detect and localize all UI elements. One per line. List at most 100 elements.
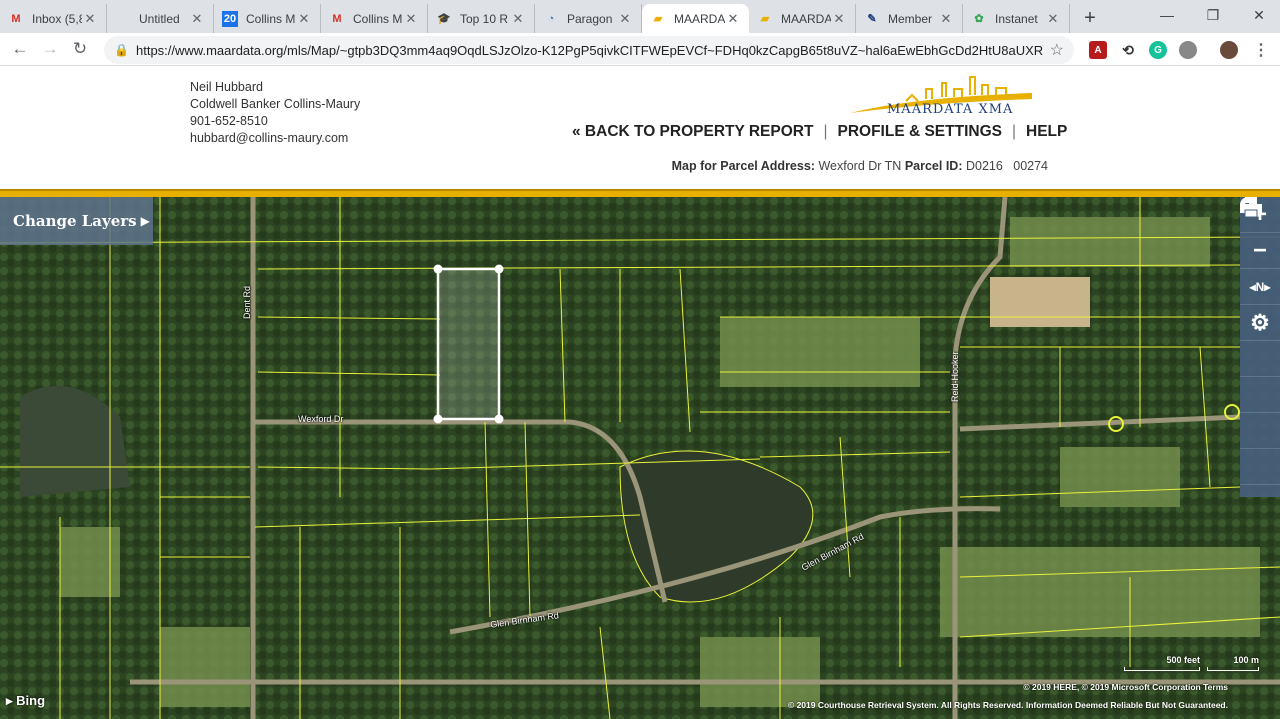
gear-icon[interactable]: ⚙ (1240, 305, 1280, 341)
back-arrow-icon[interactable]: ← (5, 34, 35, 64)
tab-maarda[interactable]: ▰ MAARDA ✕ (642, 4, 749, 33)
close-icon[interactable]: ✕ (403, 11, 419, 27)
close-icon[interactable]: ✕ (82, 11, 98, 27)
gmail-icon: M (332, 12, 342, 25)
agent-email: hubbard@collins-maury.com (190, 131, 349, 145)
selected-parcel[interactable] (433, 264, 504, 424)
map-attribution[interactable]: © 2019 HERE, © 2019 Microsoft Corporatio… (1023, 682, 1228, 692)
profile-settings-link[interactable]: PROFILE & SETTINGS (837, 123, 1001, 141)
tab-maarda[interactable]: ▰ MAARDA ✕ (749, 4, 856, 33)
scale-feet-label: 500 feet (1166, 655, 1200, 665)
tab-label: MAARDA (674, 11, 725, 26)
aerial-map[interactable]: Dent Rd Wexford Dr Glen Birnham Rd Glen … (0, 197, 1280, 719)
parcel-vertex[interactable] (433, 414, 443, 424)
tab-label: Instanet (995, 11, 1038, 26)
tab-paragon[interactable]: ◔ Paragon ✕ (535, 4, 642, 33)
browser-toolbar: ← → ↻ 🔒 https://www.maardata.org/mls/Map… (0, 33, 1280, 66)
profile-avatar[interactable] (1220, 41, 1238, 59)
parcel-vertex[interactable] (433, 264, 443, 274)
map-pin-icon[interactable] (1240, 197, 1280, 377)
map-canvas[interactable] (0, 197, 1280, 719)
tab-label: Untitled (139, 11, 180, 26)
forward-arrow-icon[interactable]: → (35, 34, 65, 64)
close-icon[interactable]: ✕ (296, 11, 312, 27)
header-divider (0, 189, 1280, 197)
sync-extension-icon[interactable]: ⟲ (1119, 41, 1137, 59)
tab-label: Member (888, 11, 933, 26)
tab-label: Top 10 R (460, 11, 509, 26)
bookmark-star-icon[interactable]: ☆ (1050, 40, 1064, 60)
close-icon[interactable]: ✕ (1045, 11, 1061, 27)
map-tools-panel: + − ◂N▸ ⚙ (1240, 197, 1280, 497)
graduation-cap-icon: 🎓 (437, 13, 451, 25)
logo-text: MAARDATA XMA (887, 102, 1014, 117)
pdf-extension-icon[interactable]: A (1089, 41, 1107, 59)
tab-instanet[interactable]: ✿ Instanet ✕ (963, 4, 1070, 33)
tab-untitled[interactable]: Untitled ✕ (107, 4, 214, 33)
agent-phone: 901-652-8510 (190, 114, 268, 128)
tab-label: Collins M (246, 11, 296, 26)
parcel-address: Wexford Dr TN (818, 159, 902, 173)
close-icon[interactable]: ✕ (617, 11, 633, 27)
change-layers-label: Change Layers (13, 212, 137, 230)
tab-inbox-5-8[interactable]: M Inbox (5,8 ✕ (0, 4, 107, 33)
parcel-vertex[interactable] (494, 264, 504, 274)
agent-name: Neil Hubbard (190, 80, 263, 94)
clearing-sand (990, 277, 1090, 327)
scale-m-bar (1207, 667, 1259, 671)
top-nav: « BACK TO PROPERTY REPORT | PROFILE & SE… (572, 123, 1067, 141)
tab-strip: M Inbox (5,8 ✕ Untitled ✕ 20 Collins M ✕ M Collin… (0, 0, 1280, 33)
lock-icon: 🔒 (114, 43, 129, 57)
grammarly-extension-icon[interactable]: G (1149, 41, 1167, 59)
restore-icon[interactable]: ❐ (1190, 0, 1236, 30)
minimize-icon[interactable]: — (1144, 0, 1190, 30)
tab-top-10-r[interactable]: 🎓 Top 10 R ✕ (428, 4, 535, 33)
zoom-out-icon[interactable]: − (1240, 233, 1280, 269)
close-window-icon[interactable]: ✕ (1236, 0, 1280, 30)
nav-separator: | (823, 123, 828, 140)
reload-icon[interactable]: ↻ (65, 34, 95, 64)
scale-bar-meters: 100 m (1207, 655, 1259, 671)
caret-right-icon: ▶ (140, 214, 150, 228)
bing-logo: ▸ Bing (6, 693, 46, 708)
menu-dots-icon[interactable]: ⋮ (1252, 41, 1270, 59)
paragon-icon: ◔ (547, 12, 555, 25)
close-icon[interactable]: ✕ (725, 11, 741, 27)
parcel-info: Map for Parcel Address: Wexford Dr TN Pa… (672, 159, 1048, 173)
member-icon: ✎ (867, 13, 877, 25)
instanet-icon: ✿ (974, 13, 984, 25)
close-icon[interactable]: ✕ (510, 11, 526, 27)
change-layers-button[interactable]: Change Layers ▶ (0, 197, 153, 245)
ruler-icon[interactable] (1240, 199, 1280, 449)
help-link[interactable]: HELP (1026, 123, 1067, 141)
tab-member[interactable]: ✎ Member ✕ (856, 4, 963, 33)
parcel-vertex[interactable] (494, 414, 504, 424)
tab-label: MAARDA (781, 11, 831, 26)
printer-icon[interactable] (1240, 197, 1280, 485)
close-icon[interactable]: ✕ (938, 11, 954, 27)
scale-m-label: 100 m (1233, 655, 1259, 665)
blank-page-icon (115, 11, 131, 27)
circle-extension-icon[interactable] (1179, 41, 1197, 59)
tab-collins-m[interactable]: 20 Collins M ✕ (214, 4, 321, 33)
back-to-property-report-link[interactable]: « BACK TO PROPERTY REPORT (572, 123, 813, 141)
road-label-reid-hooker: Reid-Hooker (950, 351, 960, 402)
address-bar[interactable]: 🔒 https://www.maardata.org/mls/Map/~gtpb… (104, 36, 1074, 64)
close-icon[interactable]: ✕ (189, 11, 205, 27)
maardata-icon: ▰ (760, 13, 770, 25)
new-tab-button[interactable]: + (1076, 4, 1104, 33)
close-icon[interactable]: ✕ (831, 11, 847, 27)
parcel-id: D0216 00274 (965, 159, 1048, 173)
url-text[interactable]: https://www.maardata.org/mls/Map/~gtpb3D… (136, 43, 1044, 58)
nav-separator: | (1011, 123, 1016, 140)
bing-text: Bing (16, 693, 46, 708)
tab-collins-m[interactable]: M Collins M ✕ (321, 4, 428, 33)
compass-icon[interactable]: ◂N▸ (1240, 269, 1280, 305)
search-icon[interactable] (1240, 197, 1280, 413)
site-header: Neil Hubbard Coldwell Banker Collins-Mau… (0, 67, 1280, 189)
agent-company: Coldwell Banker Collins-Maury (190, 97, 361, 111)
data-attribution: © 2019 Courthouse Retrieval System. All … (787, 700, 1228, 710)
road-label-dent: Dent Rd (242, 285, 252, 319)
parcel-id-label: Parcel ID: (904, 159, 963, 173)
agent-info: Neil Hubbard Coldwell Banker Collins-Mau… (190, 79, 360, 147)
